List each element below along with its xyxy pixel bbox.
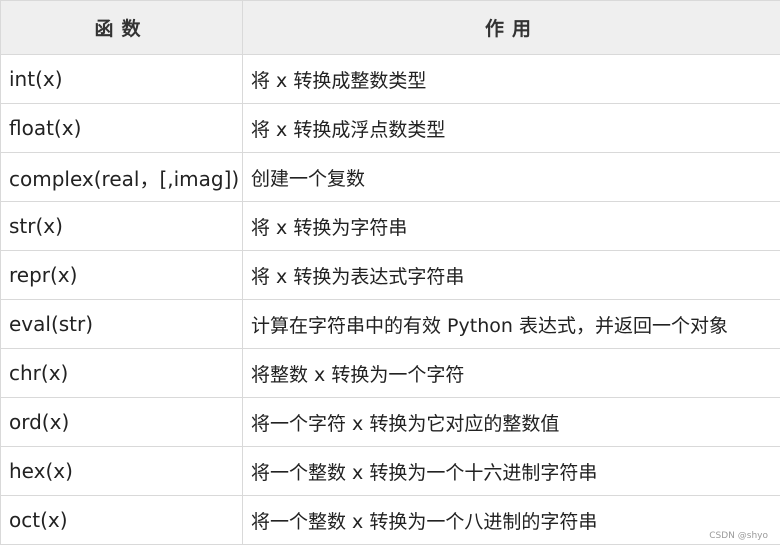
function-cell: repr(x) (0, 250, 243, 300)
description-cell: 将一个整数 x 转换为一个八进制的字符串 (242, 495, 780, 545)
description-cell: 将整数 x 转换为一个字符 (242, 348, 780, 398)
column-header-function: 函数 (0, 0, 243, 55)
function-cell: eval(str) (0, 299, 243, 349)
table-header-row: 函数 作用 (0, 0, 780, 55)
description-cell: 将 x 转换成浮点数类型 (242, 103, 780, 153)
function-cell: complex(real，[,imag]) (0, 152, 243, 202)
description-cell: 将一个整数 x 转换为一个十六进制字符串 (242, 446, 780, 496)
table-row: str(x) 将 x 转换为字符串 (0, 201, 780, 251)
column-header-purpose: 作用 (242, 0, 780, 55)
description-cell: 将一个字符 x 转换为它对应的整数值 (242, 397, 780, 447)
table-row: eval(str) 计算在字符串中的有效 Python 表达式，并返回一个对象 (0, 299, 780, 349)
function-cell: int(x) (0, 54, 243, 104)
function-cell: oct(x) (0, 495, 243, 545)
function-cell: ord(x) (0, 397, 243, 447)
table-row: hex(x) 将一个整数 x 转换为一个十六进制字符串 (0, 446, 780, 496)
description-cell: 计算在字符串中的有效 Python 表达式，并返回一个对象 (242, 299, 780, 349)
table-row: ord(x) 将一个字符 x 转换为它对应的整数值 (0, 397, 780, 447)
function-cell: float(x) (0, 103, 243, 153)
table-row: repr(x) 将 x 转换为表达式字符串 (0, 250, 780, 300)
table-row: int(x) 将 x 转换成整数类型 (0, 54, 780, 104)
description-cell: 将 x 转换成整数类型 (242, 54, 780, 104)
function-cell: str(x) (0, 201, 243, 251)
watermark: CSDN @shyo (709, 531, 768, 541)
description-cell: 创建一个复数 (242, 152, 780, 202)
description-cell: 将 x 转换为表达式字符串 (242, 250, 780, 300)
table-row: float(x) 将 x 转换成浮点数类型 (0, 103, 780, 153)
description-cell: 将 x 转换为字符串 (242, 201, 780, 251)
table-row: complex(real，[,imag]) 创建一个复数 (0, 152, 780, 202)
table-row: chr(x) 将整数 x 转换为一个字符 (0, 348, 780, 398)
function-cell: hex(x) (0, 446, 243, 496)
function-table: 函数 作用 int(x) 将 x 转换成整数类型 float(x) 将 x 转换… (0, 0, 780, 545)
table-row: oct(x) 将一个整数 x 转换为一个八进制的字符串 (0, 495, 780, 545)
function-cell: chr(x) (0, 348, 243, 398)
